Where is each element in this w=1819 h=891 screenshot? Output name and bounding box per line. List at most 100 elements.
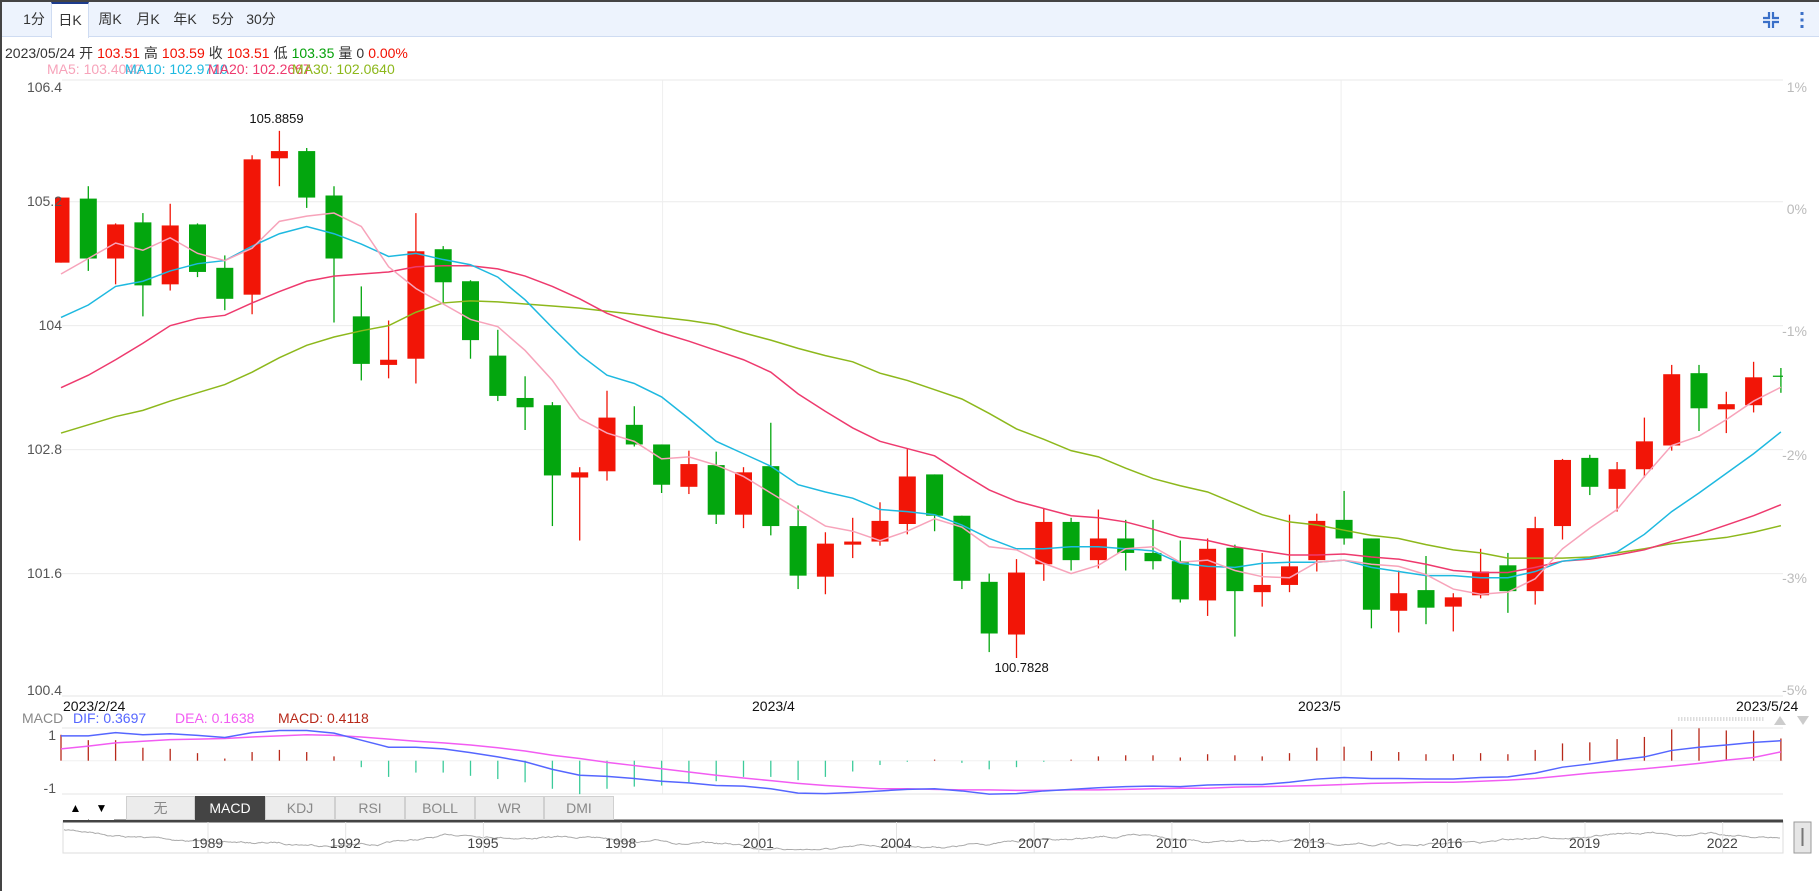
indicator-tab-none[interactable]: 无 (126, 796, 195, 820)
candle-body (1390, 593, 1408, 611)
candle (926, 474, 944, 532)
macd-y-tick: -1 (43, 780, 56, 796)
indicator-up-button[interactable]: ▲ (63, 796, 88, 820)
macd-y-tick: 1 (48, 727, 56, 743)
navigator-year-label: 1992 (329, 835, 361, 851)
candle (1062, 517, 1080, 571)
candle (1253, 552, 1271, 607)
dea-legend: DEA: 0.1638 (175, 710, 255, 726)
navigator-year-label: 2007 (1018, 835, 1050, 851)
candle-body (844, 541, 862, 545)
candle-body (926, 474, 944, 516)
candle-body (707, 465, 725, 515)
candle (1635, 417, 1653, 478)
ma20-line (60, 264, 1782, 574)
candle (1362, 538, 1380, 629)
grid (62, 79, 1783, 794)
navigator-year-label: 1998 (605, 835, 637, 851)
indicator-tab-dmi[interactable]: DMI (544, 796, 614, 820)
indicator-down-button[interactable]: ▼ (89, 796, 114, 820)
candle-body (1444, 597, 1462, 607)
candle (325, 186, 343, 323)
x-tick: 2023/4 (752, 698, 795, 714)
candle-body (79, 198, 97, 259)
candle-body (1608, 469, 1626, 489)
candle (380, 320, 398, 379)
candle-body (1472, 571, 1490, 596)
navigator-year-label: 2004 (880, 835, 912, 851)
candle-body (543, 405, 561, 476)
candle-body (1581, 457, 1599, 487)
navigator-year-label: 2013 (1293, 835, 1325, 851)
candle (543, 402, 561, 527)
high-price-label: 105.8859 (249, 110, 304, 126)
x-tick: 2023/5 (1298, 698, 1341, 714)
candle-body (1035, 521, 1053, 565)
candle-body (516, 397, 534, 408)
candle (1608, 462, 1626, 512)
candle-body (1663, 374, 1681, 446)
candle-body (489, 355, 507, 396)
candlestick-chart[interactable] (0, 0, 1819, 891)
macd-legend: MACD: 0.4118 (278, 710, 369, 726)
candle-body (216, 267, 234, 299)
candle-body (1253, 584, 1271, 593)
y-tick: 105.2 (26, 193, 62, 209)
ma5-line (60, 212, 1782, 595)
candle (298, 147, 316, 208)
macd-panel (60, 716, 1809, 795)
candle (216, 255, 234, 311)
candle-body (298, 151, 316, 198)
candle (1444, 593, 1462, 632)
candle-body (1717, 404, 1735, 410)
navigator-year-label: 1989 (192, 835, 224, 851)
candle (1663, 364, 1681, 451)
candle (816, 532, 834, 595)
indicator-tab-macd[interactable]: MACD (195, 796, 265, 820)
navigator-year-label: 2016 (1431, 835, 1463, 851)
candle-body (1199, 548, 1217, 601)
ma30-line (60, 300, 1782, 559)
candle-body (1690, 373, 1708, 409)
candle (1772, 368, 1783, 393)
candle (270, 130, 288, 187)
y-tick: 101.6 (26, 565, 62, 581)
candle (1171, 540, 1189, 603)
candle-body (1008, 572, 1025, 635)
candle-body (1362, 538, 1380, 610)
indicator-tab-boll[interactable]: BOLL (405, 796, 475, 820)
y-tick: 104 (38, 317, 62, 333)
candle-body (380, 359, 398, 365)
candle (762, 422, 780, 536)
candle-body (352, 316, 370, 364)
indicator-tab-wr[interactable]: WR (475, 796, 544, 820)
candle-body (598, 417, 616, 472)
candle (352, 286, 370, 381)
candle (243, 155, 261, 315)
candle-body (270, 151, 288, 159)
candle (1581, 454, 1599, 496)
dif-line (61, 729, 1781, 795)
navigator-chart[interactable] (62, 819, 1812, 854)
candle (407, 213, 425, 384)
candles (55, 130, 1783, 658)
indicator-tab-rsi[interactable]: RSI (335, 796, 405, 820)
indicator-tab-kdj[interactable]: KDJ (265, 796, 335, 820)
candle (1035, 508, 1053, 581)
candle-body (680, 464, 698, 487)
candle (434, 246, 452, 303)
y-tick: 100.4 (26, 682, 62, 698)
candle-body (789, 526, 807, 576)
candle (1226, 544, 1244, 637)
candle (1335, 490, 1353, 545)
candle-body (571, 472, 589, 478)
candle-body (735, 472, 752, 515)
pct-tick: -3% (1782, 570, 1807, 586)
x-tick: 2023/5/24 (1736, 698, 1799, 714)
candle (1554, 458, 1571, 540)
candle-body (462, 281, 479, 341)
candle-body (325, 195, 343, 259)
candle (1717, 391, 1735, 434)
candle-body (1062, 521, 1080, 561)
candle-body (243, 159, 261, 295)
